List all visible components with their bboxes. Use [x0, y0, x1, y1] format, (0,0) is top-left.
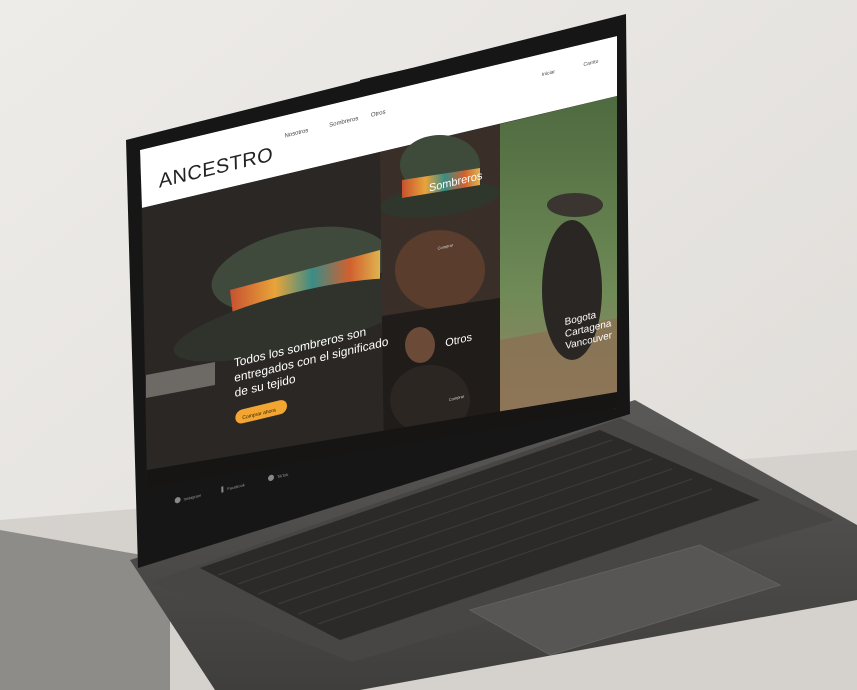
facebook-icon[interactable] [221, 486, 224, 493]
cities-hat-icon [547, 193, 603, 217]
laptop-mockup-scene: ANCESTRO Nosotros Sombreros Otros Inicia… [0, 0, 857, 690]
